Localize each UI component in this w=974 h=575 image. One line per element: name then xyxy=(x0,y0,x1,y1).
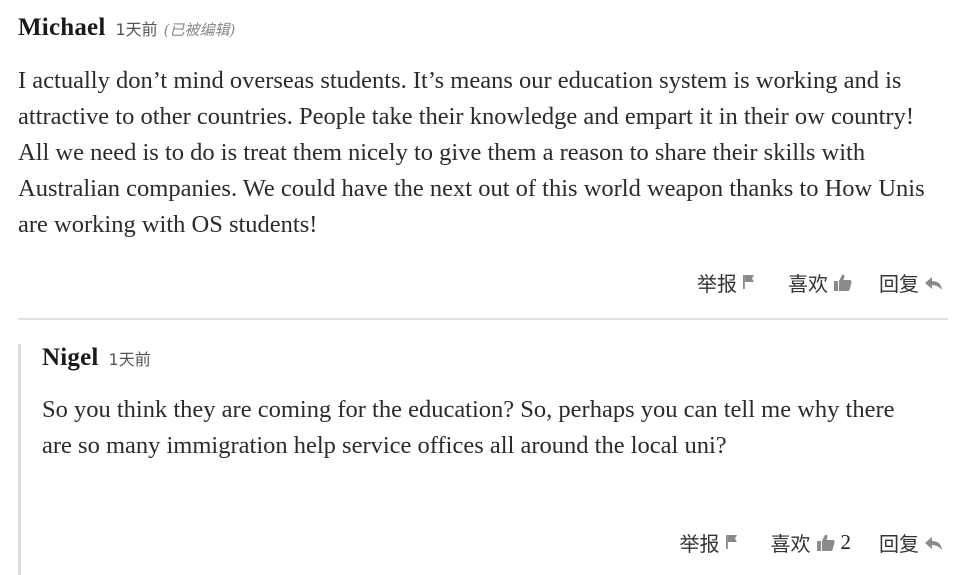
comment-body: I actually don’t mind overseas students.… xyxy=(18,67,925,238)
report-label: 举报 xyxy=(697,272,737,296)
comment-author[interactable]: Michael xyxy=(18,14,105,42)
divider xyxy=(18,318,948,320)
like-button[interactable]: 喜欢 xyxy=(788,268,852,297)
comment-timestamp[interactable]: 1天前 xyxy=(115,16,157,40)
comment-timestamp[interactable]: 1天前 xyxy=(109,346,151,370)
report-label: 举报 xyxy=(679,532,720,556)
comment: Michael 1天前 (已被编辑) I actually don’t mind… xyxy=(18,14,948,296)
flag-icon xyxy=(725,533,743,553)
comment-author[interactable]: Nigel xyxy=(42,344,99,372)
reply-comment: Nigel 1天前 So you think they are coming f… xyxy=(18,344,948,575)
like-count: 2 xyxy=(840,530,852,554)
like-label: 喜欢 xyxy=(788,272,828,296)
edited-label: (已被编辑) xyxy=(163,21,236,39)
reply-arrow-icon xyxy=(924,533,942,553)
comment-body: So you think they are coming for the edu… xyxy=(42,396,895,459)
comment-actions: 举报 喜欢 回复 xyxy=(669,268,942,297)
reply-button[interactable]: 回复 xyxy=(879,268,942,297)
comment-header: Nigel 1天前 xyxy=(42,344,948,378)
comment-actions: 举报 喜欢 2 回复 xyxy=(652,528,942,557)
comment-header: Michael 1天前 (已被编辑) xyxy=(18,14,948,48)
reply-label: 回复 xyxy=(879,272,919,296)
flag-icon xyxy=(742,273,760,293)
report-button[interactable]: 举报 xyxy=(697,268,760,297)
reply-label: 回复 xyxy=(879,532,919,556)
thumbs-up-icon xyxy=(816,533,835,553)
thumbs-up-icon xyxy=(833,273,852,293)
like-label: 喜欢 xyxy=(770,532,811,556)
reply-arrow-icon xyxy=(924,273,942,293)
like-button[interactable]: 喜欢 2 xyxy=(771,528,852,557)
reply-button[interactable]: 回复 xyxy=(879,528,942,557)
report-button[interactable]: 举报 xyxy=(680,528,743,557)
